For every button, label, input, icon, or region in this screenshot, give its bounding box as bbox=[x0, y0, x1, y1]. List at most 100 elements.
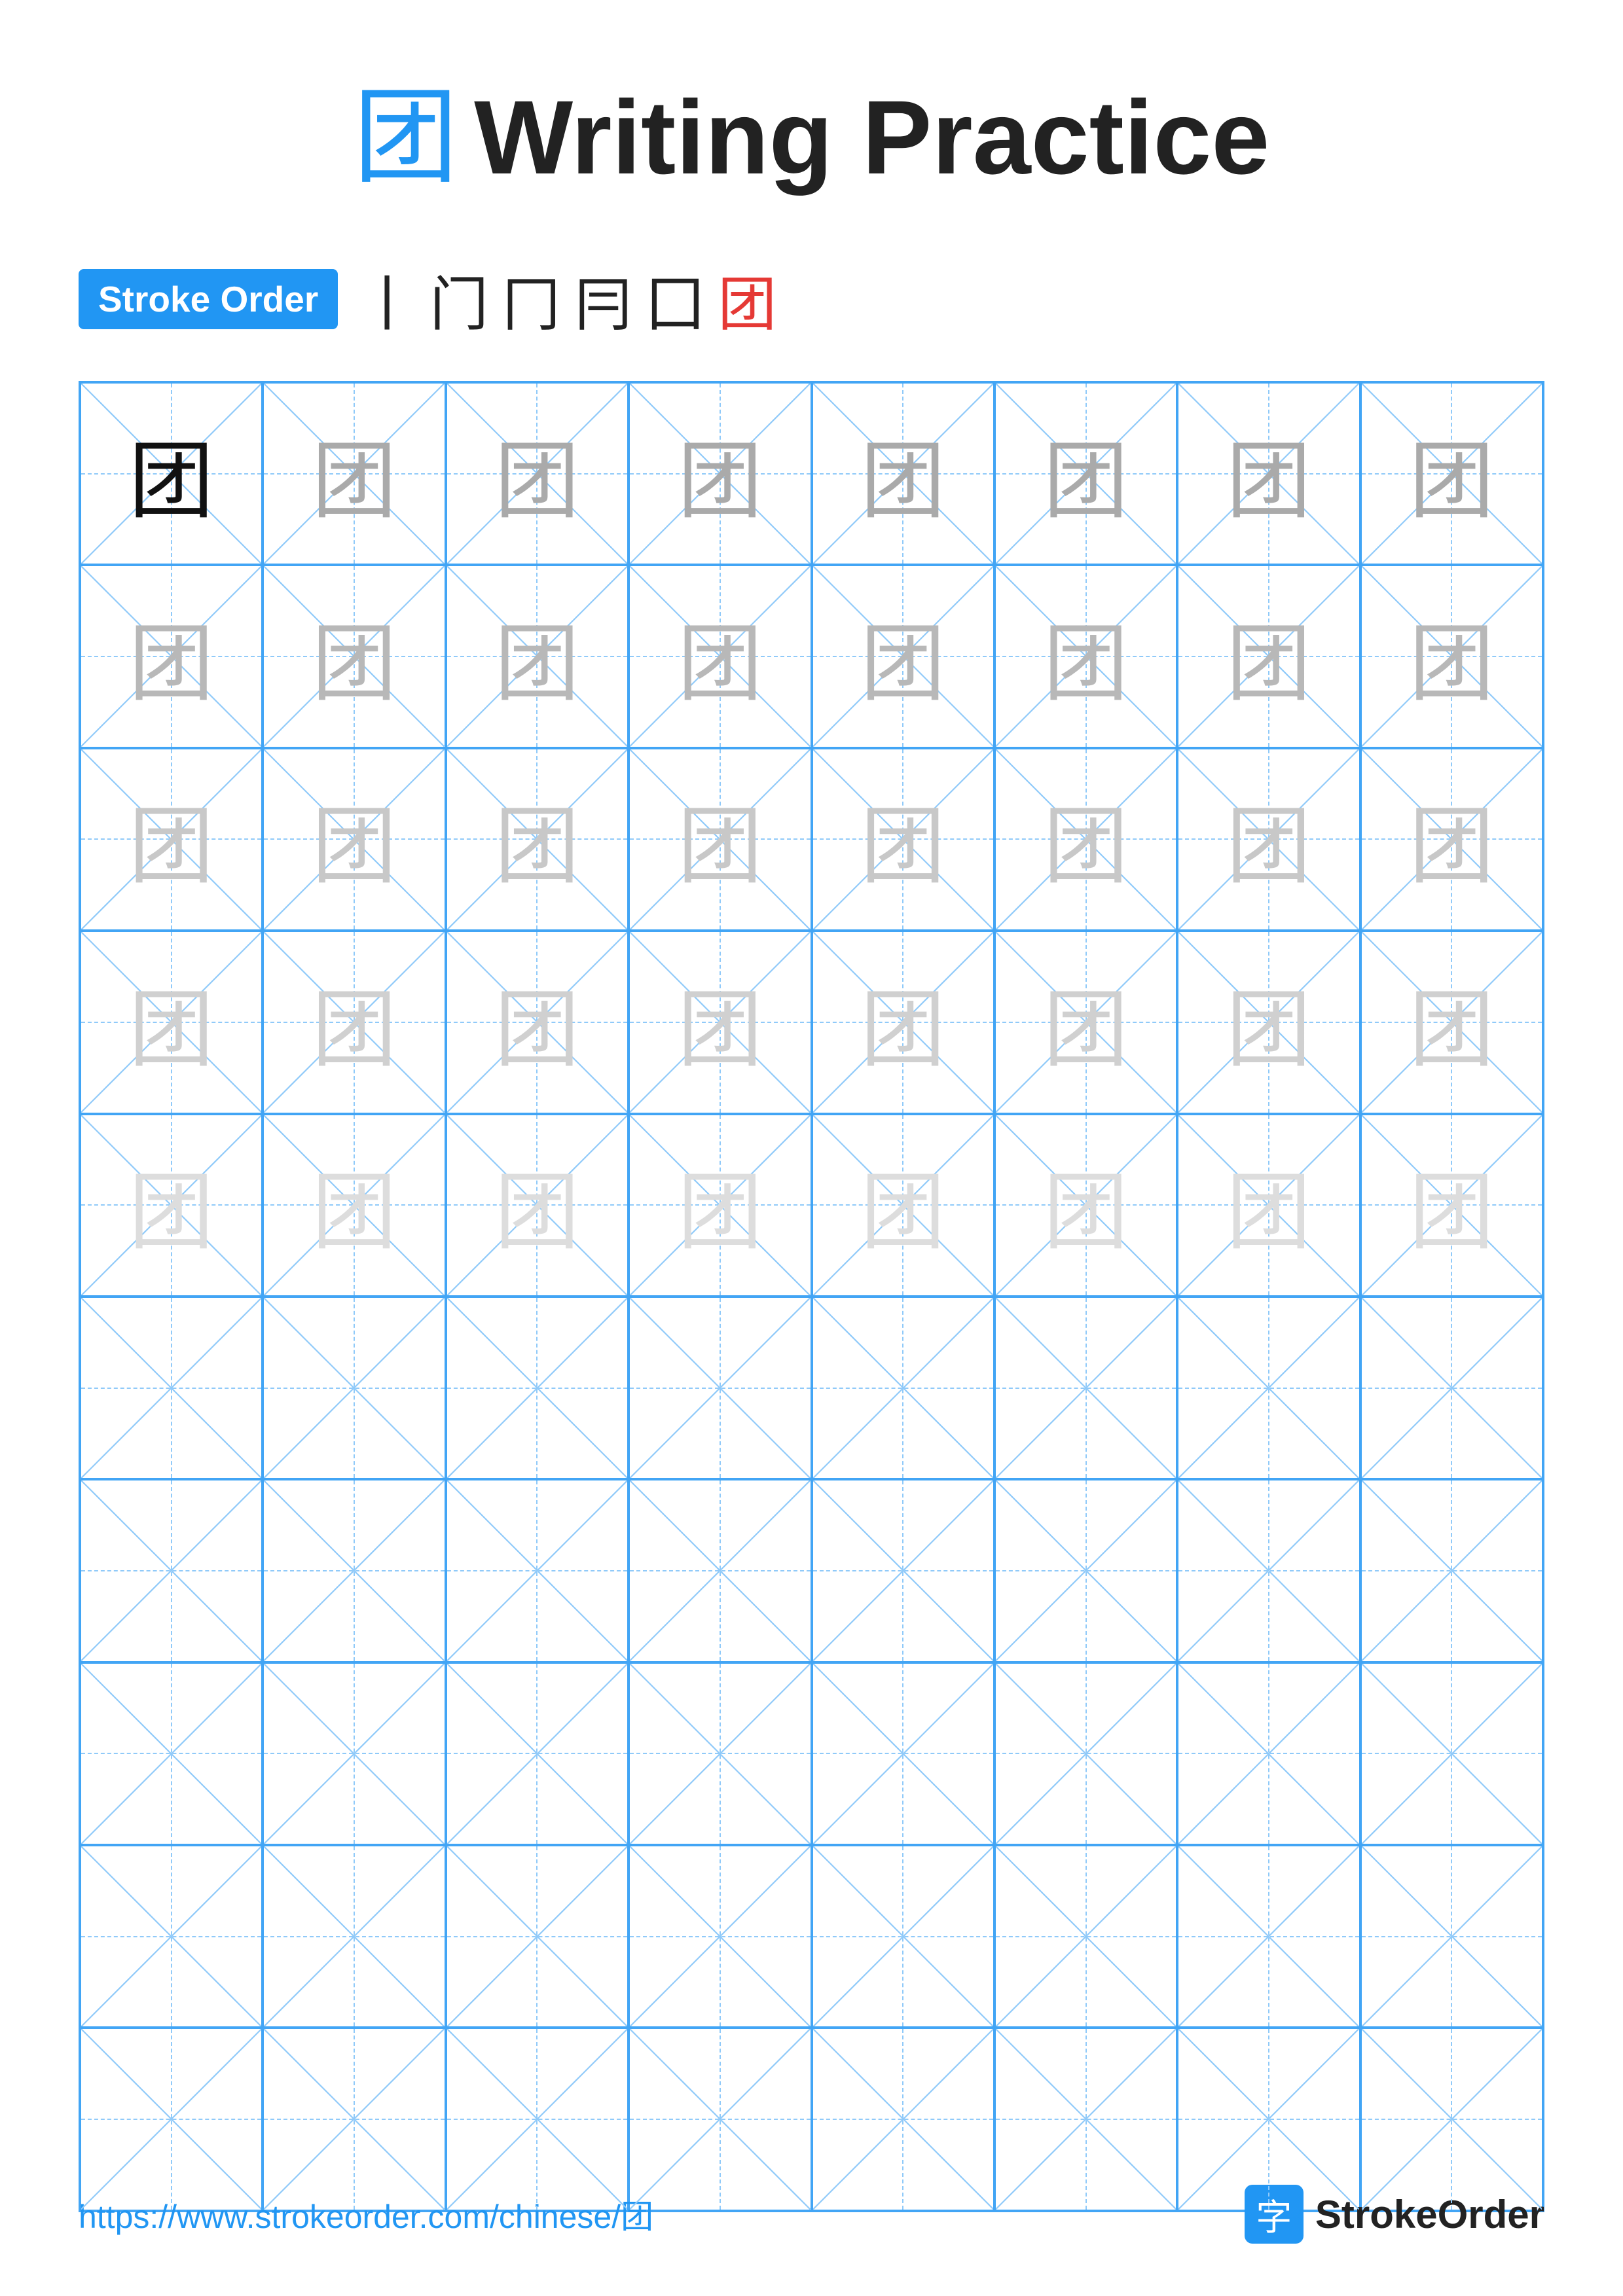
grid-cell[interactable]: 团 bbox=[629, 565, 811, 747]
grid-cell[interactable] bbox=[263, 1297, 445, 1479]
grid-cell[interactable] bbox=[446, 1479, 629, 1662]
grid-cell[interactable] bbox=[1360, 1297, 1543, 1479]
grid-cell[interactable] bbox=[80, 2028, 263, 2210]
grid-cell[interactable] bbox=[629, 1479, 811, 1662]
practice-char: 团 bbox=[1044, 595, 1129, 718]
grid-cell[interactable]: 团 bbox=[812, 1114, 994, 1297]
grid-cell[interactable] bbox=[1177, 2028, 1360, 2210]
grid-cell[interactable]: 团 bbox=[1360, 1114, 1543, 1297]
page: 团 Writing Practice Stroke Order 丨 门 冂 冃 … bbox=[0, 0, 1623, 2296]
title-area: 团 Writing Practice bbox=[79, 52, 1544, 204]
grid-cell[interactable] bbox=[629, 1297, 811, 1479]
grid-cell[interactable] bbox=[1177, 1479, 1360, 1662]
grid-cell[interactable]: 团 bbox=[1177, 931, 1360, 1113]
practice-char: 团 bbox=[860, 1143, 945, 1266]
grid-cell[interactable]: 团 bbox=[263, 382, 445, 565]
grid-cell[interactable] bbox=[80, 1845, 263, 2028]
grid-cell[interactable] bbox=[629, 1662, 811, 1845]
grid-cell[interactable] bbox=[446, 1845, 629, 2028]
grid-cell[interactable]: 团 bbox=[263, 565, 445, 747]
grid-cell[interactable]: 团 bbox=[1177, 382, 1360, 565]
grid-cell[interactable]: 团 bbox=[994, 748, 1177, 931]
grid-cell[interactable] bbox=[263, 1662, 445, 1845]
grid-cell[interactable]: 团 bbox=[994, 382, 1177, 565]
practice-char: 团 bbox=[1044, 778, 1129, 901]
grid-cell[interactable] bbox=[994, 1662, 1177, 1845]
grid-cell[interactable] bbox=[80, 1297, 263, 1479]
grid-cell[interactable]: 团 bbox=[1177, 748, 1360, 931]
grid-cell[interactable]: 团 bbox=[80, 748, 263, 931]
grid-cell[interactable]: 团 bbox=[812, 931, 994, 1113]
grid-cell[interactable]: 团 bbox=[994, 931, 1177, 1113]
grid-cell[interactable] bbox=[263, 2028, 445, 2210]
grid-cell[interactable] bbox=[812, 1662, 994, 1845]
grid-cell[interactable]: 团 bbox=[1360, 382, 1543, 565]
grid-cell[interactable]: 团 bbox=[80, 382, 263, 565]
grid-cell[interactable] bbox=[263, 1845, 445, 2028]
grid-cell[interactable]: 团 bbox=[994, 1114, 1177, 1297]
grid-cell[interactable]: 团 bbox=[812, 748, 994, 931]
footer: https://www.strokeorder.com/chinese/团 字 … bbox=[79, 2185, 1544, 2244]
grid-cell[interactable] bbox=[446, 1297, 629, 1479]
grid-cell[interactable] bbox=[994, 1297, 1177, 1479]
practice-char: 团 bbox=[312, 778, 397, 901]
grid-cell[interactable]: 团 bbox=[80, 565, 263, 747]
grid-cell[interactable]: 团 bbox=[812, 565, 994, 747]
grid-cell[interactable]: 团 bbox=[80, 1114, 263, 1297]
practice-char: 团 bbox=[494, 961, 579, 1084]
grid-cell[interactable] bbox=[994, 2028, 1177, 2210]
grid-cell[interactable]: 团 bbox=[446, 565, 629, 747]
grid-cell[interactable] bbox=[994, 1479, 1177, 1662]
grid-cell[interactable]: 团 bbox=[263, 1114, 445, 1297]
grid-cell[interactable] bbox=[812, 1297, 994, 1479]
grid-cell[interactable] bbox=[1177, 1845, 1360, 2028]
grid-row-4: 团 团 团 团 团 团 团 bbox=[80, 931, 1543, 1113]
grid-cell[interactable] bbox=[629, 1845, 811, 2028]
grid-cell[interactable] bbox=[994, 1845, 1177, 2028]
practice-char: 团 bbox=[1226, 412, 1311, 535]
stroke-step-1: 丨 bbox=[357, 257, 416, 342]
grid-cell[interactable] bbox=[1177, 1297, 1360, 1479]
grid-cell[interactable]: 团 bbox=[1360, 931, 1543, 1113]
grid-cell[interactable] bbox=[812, 1479, 994, 1662]
practice-char: 团 bbox=[312, 412, 397, 535]
grid-cell[interactable] bbox=[80, 1479, 263, 1662]
grid-cell[interactable] bbox=[629, 2028, 811, 2210]
grid-cell[interactable]: 团 bbox=[1360, 565, 1543, 747]
grid-cell[interactable]: 团 bbox=[629, 382, 811, 565]
grid-cell[interactable]: 团 bbox=[446, 382, 629, 565]
grid-cell[interactable]: 团 bbox=[263, 748, 445, 931]
grid-cell[interactable]: 团 bbox=[812, 382, 994, 565]
grid-cell[interactable] bbox=[80, 1662, 263, 1845]
grid-cell[interactable]: 团 bbox=[446, 1114, 629, 1297]
grid-cell[interactable]: 团 bbox=[80, 931, 263, 1113]
grid-cell[interactable]: 团 bbox=[1360, 748, 1543, 931]
grid-cell[interactable] bbox=[1360, 1662, 1543, 1845]
practice-char: 团 bbox=[129, 412, 214, 535]
grid-cell[interactable] bbox=[446, 2028, 629, 2210]
grid-cell[interactable] bbox=[812, 1845, 994, 2028]
footer-logo: 字 StrokeOrder bbox=[1245, 2185, 1544, 2244]
grid-cell[interactable]: 团 bbox=[629, 748, 811, 931]
grid-cell[interactable]: 团 bbox=[446, 931, 629, 1113]
practice-char: 团 bbox=[312, 595, 397, 718]
grid-cell[interactable]: 团 bbox=[629, 931, 811, 1113]
grid-cell[interactable] bbox=[1360, 2028, 1543, 2210]
stroke-step-4: 冃 bbox=[574, 257, 632, 342]
title-chinese-char: 团 bbox=[354, 52, 458, 204]
grid-cell[interactable]: 团 bbox=[1177, 565, 1360, 747]
grid-cell[interactable] bbox=[1360, 1845, 1543, 2028]
practice-char: 团 bbox=[129, 778, 214, 901]
grid-cell[interactable] bbox=[1360, 1479, 1543, 1662]
grid-cell[interactable] bbox=[1177, 1662, 1360, 1845]
grid-cell[interactable]: 团 bbox=[263, 931, 445, 1113]
grid-cell[interactable]: 团 bbox=[994, 565, 1177, 747]
footer-url[interactable]: https://www.strokeorder.com/chinese/团 bbox=[79, 2191, 653, 2238]
grid-cell[interactable] bbox=[446, 1662, 629, 1845]
grid-cell[interactable]: 团 bbox=[1177, 1114, 1360, 1297]
grid-cell[interactable]: 团 bbox=[446, 748, 629, 931]
practice-char: 团 bbox=[129, 1143, 214, 1266]
grid-cell[interactable] bbox=[812, 2028, 994, 2210]
grid-cell[interactable] bbox=[263, 1479, 445, 1662]
grid-cell[interactable]: 团 bbox=[629, 1114, 811, 1297]
